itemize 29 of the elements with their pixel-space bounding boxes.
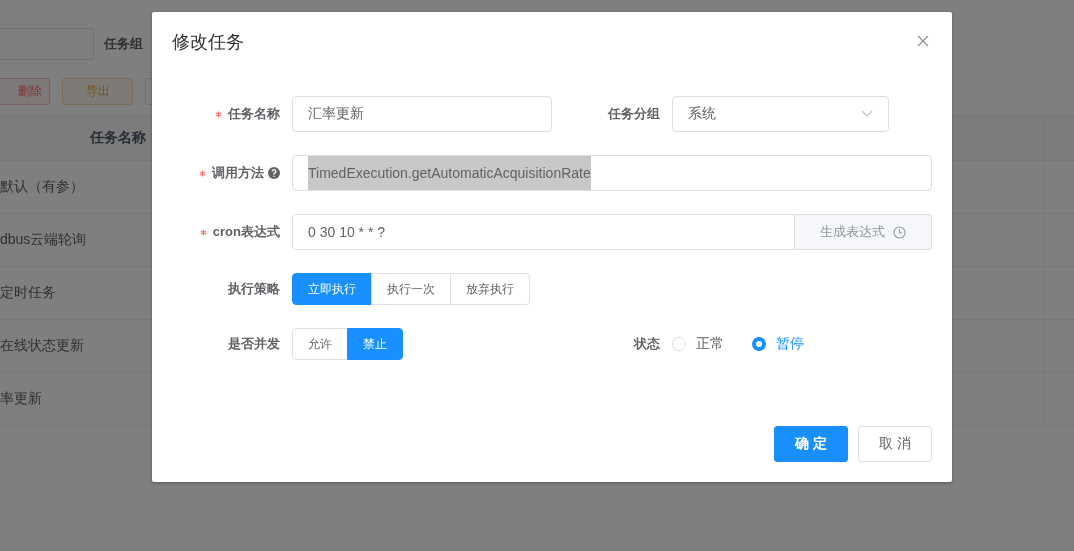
field-label: 任务名称 xyxy=(215,105,292,123)
select-field[interactable]: 系统 xyxy=(672,96,889,132)
field-label: 调用方法 xyxy=(199,164,292,182)
chevron-down-icon xyxy=(861,110,873,118)
input-field[interactable]: 汇率更新 xyxy=(292,96,552,132)
table-cell: 定时任务 xyxy=(0,284,56,302)
help-icon[interactable] xyxy=(268,167,280,179)
column-header: 任务名称 xyxy=(90,129,146,147)
input-field[interactable]: 0 30 10 * * ? xyxy=(292,214,795,250)
dialog-button[interactable]: 取 消 xyxy=(858,426,932,462)
table-cell: 默认（有参） xyxy=(0,178,84,196)
field-label: 是否并发 xyxy=(228,335,281,353)
field-label: cron表达式 xyxy=(199,223,292,241)
filter-label: 任务组 xyxy=(104,35,143,53)
table-cell: 率更新 xyxy=(0,390,42,408)
strategy-option[interactable]: 执行一次 xyxy=(371,273,451,305)
radio-label[interactable]: 暂停 xyxy=(776,335,804,353)
concurrency-option[interactable]: 允许 xyxy=(292,328,348,360)
field-label: 状态 xyxy=(634,335,661,353)
radio-label[interactable]: 正常 xyxy=(696,335,724,353)
radio-button[interactable] xyxy=(752,337,766,351)
table-cell: 在线状态更新 xyxy=(0,337,84,355)
table-cell: dbus云端轮询 xyxy=(0,231,87,249)
field-label: 任务分组 xyxy=(608,105,661,123)
strategy-option[interactable]: 放弃执行 xyxy=(450,273,530,305)
input-field[interactable]: TimedExecution.getAutomaticAcquisitionRate xyxy=(292,155,932,191)
field-label: 执行策略 xyxy=(228,280,281,298)
clock-icon xyxy=(893,225,906,239)
dialog-title: 修改任务 xyxy=(172,31,244,54)
